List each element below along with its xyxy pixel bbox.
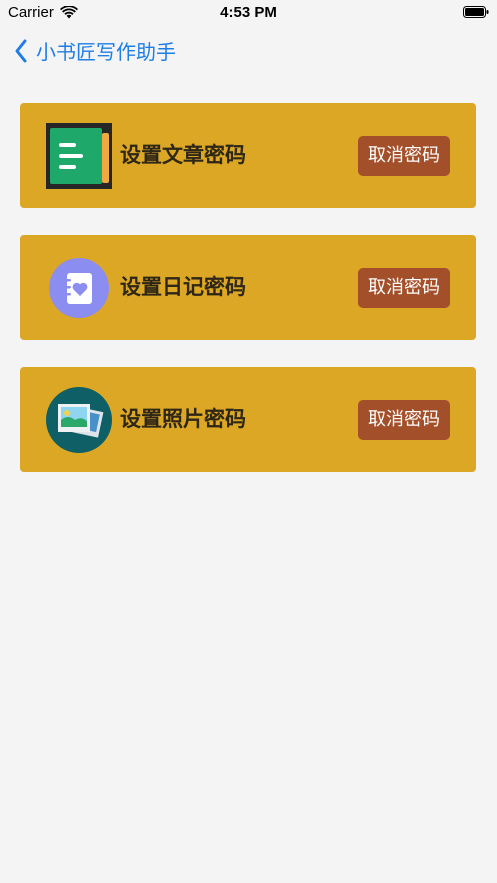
nav-title: 小书匠写作助手: [36, 40, 176, 64]
nav-bar: 小书匠写作助手: [0, 30, 497, 70]
diary-icon: [49, 258, 109, 318]
article-password-card[interactable]: 设置文章密码 取消密码: [20, 103, 476, 208]
status-bar: Carrier 4:53 PM: [0, 0, 497, 26]
status-time: 4:53 PM: [220, 4, 277, 21]
photos-icon: [46, 387, 112, 453]
photos-password-label: 设置照片密码: [120, 407, 246, 431]
diary-password-label: 设置日记密码: [120, 275, 246, 299]
photos-password-card[interactable]: 设置照片密码 取消密码: [20, 367, 476, 472]
document-icon: [46, 123, 112, 189]
back-button[interactable]: 小书匠写作助手: [14, 36, 176, 65]
cancel-diary-password-button[interactable]: 取消密码: [358, 268, 450, 308]
cancel-article-password-button[interactable]: 取消密码: [358, 136, 450, 176]
diary-password-card[interactable]: 设置日记密码 取消密码: [20, 235, 476, 340]
cancel-photos-password-button[interactable]: 取消密码: [358, 400, 450, 440]
article-password-label: 设置文章密码: [120, 143, 246, 167]
battery-full-icon: [463, 6, 489, 18]
chevron-left-icon: [15, 39, 27, 62]
